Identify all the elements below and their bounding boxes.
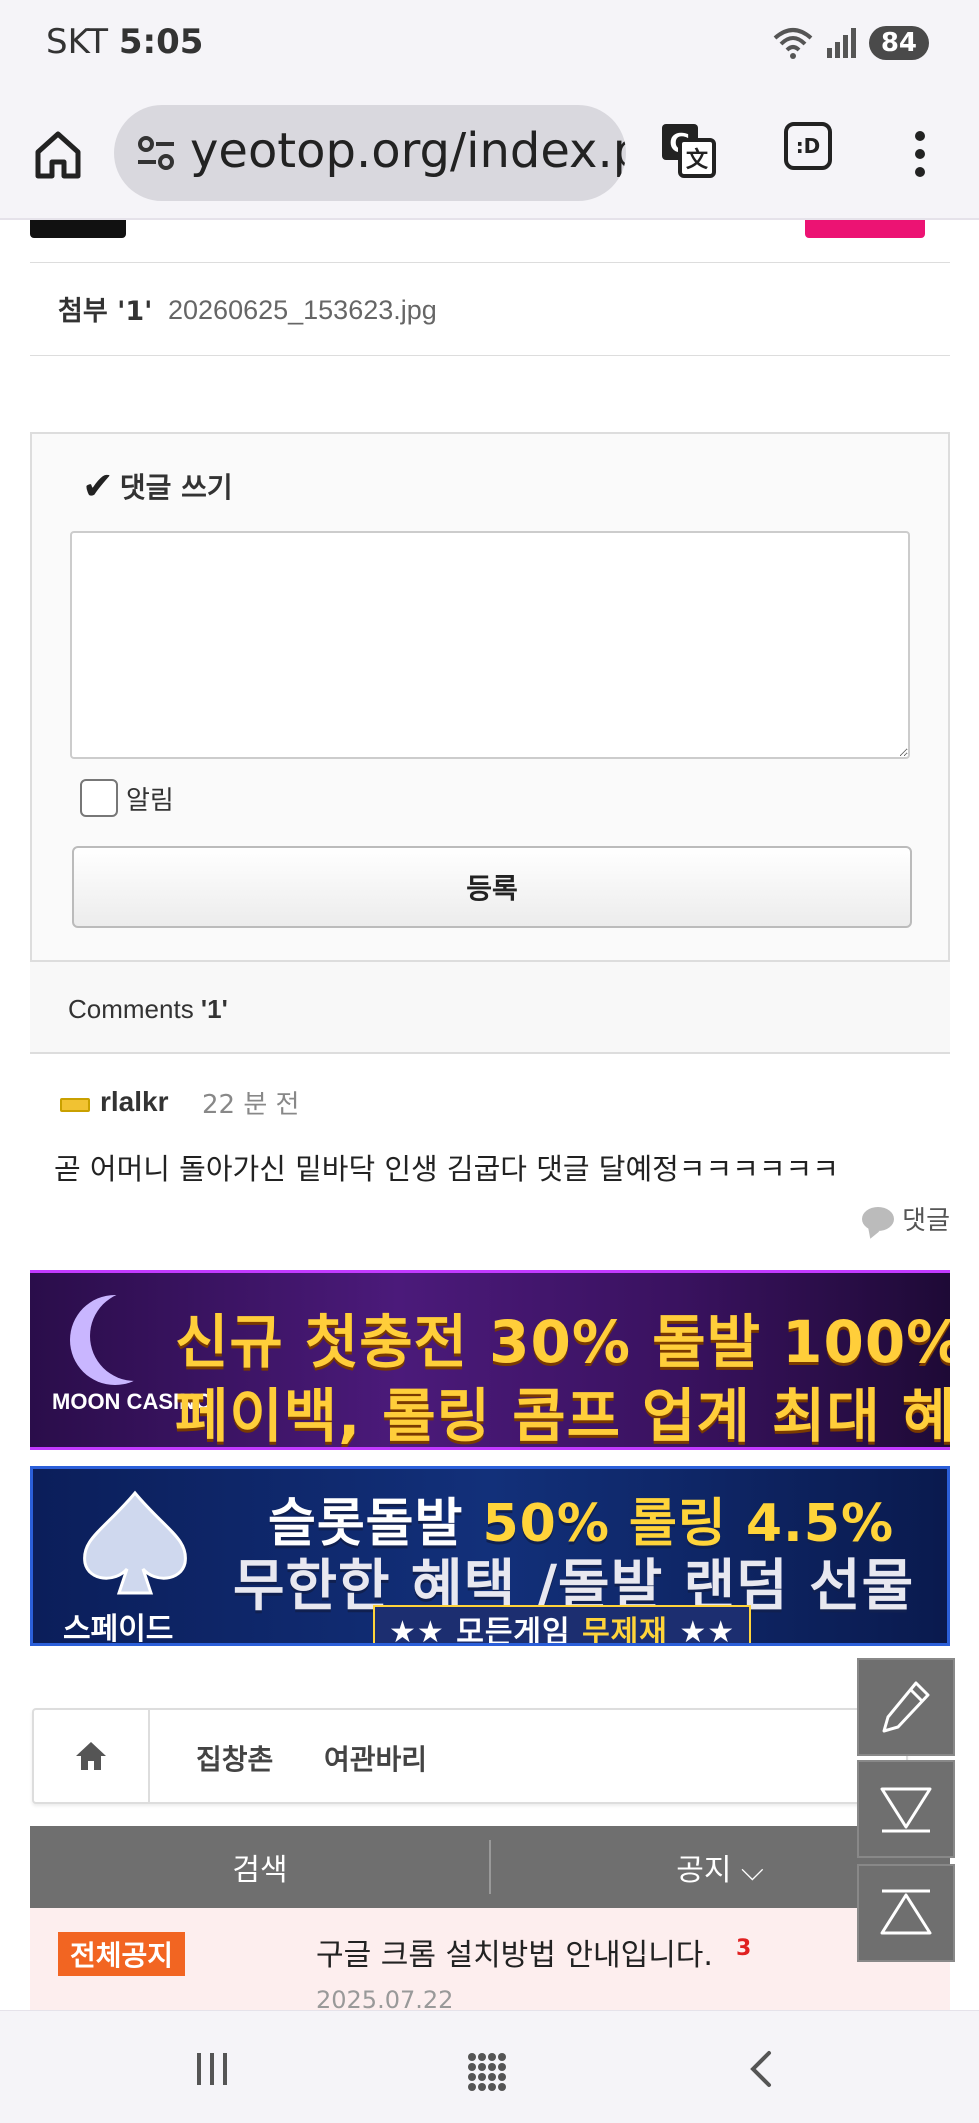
wifi-icon [773, 28, 813, 59]
ad-banner-moon-casino[interactable]: MOON CASINO 신규 첫충전 30% 돌발 100% 페이백, 롤링 콤… [30, 1270, 950, 1450]
dex-mode-button[interactable]: :D [784, 122, 832, 170]
alarm-label: 알림 [126, 785, 174, 816]
reply-button[interactable]: 댓글 [862, 1200, 950, 1237]
signal-icon [826, 28, 856, 58]
accent-button[interactable] [805, 220, 925, 238]
category-nav: 집창촌 여관바리 [32, 1708, 908, 1804]
comments-count-label: Comments '1' [68, 994, 228, 1025]
browser-toolbar: yeotop.org/index.pl G 文 :D [0, 90, 979, 220]
notice-row[interactable]: 전체공지 구글 크롬 설치방법 안내입니다. 3 2025.07.22 [30, 1908, 950, 2010]
recent-apps-icon[interactable] [194, 2051, 230, 2087]
back-icon[interactable] [745, 2049, 775, 2089]
status-carrier: SKT 5:05 [46, 22, 203, 62]
user-level-icon [60, 1098, 90, 1112]
svg-text:文: 文 [686, 147, 709, 173]
scroll-down-icon [880, 1787, 932, 1833]
comment-write-box: ✔ 댓글 쓰기 알림 등록 [30, 432, 950, 962]
ad-banner-spade[interactable]: 스페이드 슬롯돌발 50% 롤링 4.5% 무한한 혜택 /돌발 랜덤 선물 ★… [30, 1466, 950, 1646]
checkmark-icon: ✔ [82, 464, 114, 508]
page-content: 첨부 '1' 20260625_153623.jpg ✔ 댓글 쓰기 알림 등록… [0, 220, 979, 2010]
comment-item: rlalkr 22 분 전 곧 어머니 돌아가신 밑바닥 인생 김굽다 댓글 달… [30, 1054, 950, 1236]
attachment-file-link[interactable]: 20260625_153623.jpg [168, 295, 437, 326]
site-settings-icon[interactable] [134, 131, 178, 175]
category-item[interactable]: 집창촌 [196, 1738, 273, 1778]
status-time: 5:05 [118, 22, 204, 62]
notice-badge: 전체공지 [58, 1932, 186, 1976]
search-notice-bar: 검색 공지 ⌵ [30, 1826, 950, 1908]
banner-tagline: ★★ 모든게임 무제재 ★★ [373, 1605, 752, 1646]
comment-time: 22 분 전 [202, 1090, 300, 1120]
banner-subline: 페이백, 롤링 콤프 업계 최대 혜택 [175, 1382, 950, 1450]
url-text: yeotop.org/index.pl [190, 123, 626, 179]
banner-tagline-c: ★★ [667, 1615, 736, 1646]
banner-logo: 스페이드 [63, 1612, 174, 1646]
banner-tagline-b: 무제재 [582, 1615, 668, 1646]
list-button[interactable] [30, 220, 126, 238]
battery-indicator: 84 [868, 26, 929, 60]
address-bar[interactable]: yeotop.org/index.pl [114, 105, 626, 201]
comment-text: 곧 어머니 돌아가신 밑바닥 인생 김굽다 댓글 달예정ㅋㅋㅋㅋㅋㅋ [54, 1152, 839, 1186]
banner-headline: 신규 첫충전 30% 돌발 100% [175, 1308, 950, 1376]
spade-icon [83, 1490, 187, 1595]
notice-title[interactable]: 구글 크롬 설치방법 안내입니다. [316, 1930, 713, 1974]
comments-header-prefix: Comments [68, 994, 201, 1024]
alarm-checkbox[interactable] [80, 779, 118, 817]
alarm-option[interactable]: 알림 [80, 779, 174, 817]
banner-tagline-a: ★★ 모든게임 [389, 1615, 583, 1646]
home-icon [76, 1742, 106, 1770]
search-tab[interactable]: 검색 [30, 1826, 490, 1908]
comment-write-title: ✔ 댓글 쓰기 [82, 464, 233, 508]
moon-icon [90, 1291, 180, 1381]
attachment-row: 첨부 '1' 20260625_153623.jpg [30, 262, 950, 356]
scroll-top-button[interactable] [857, 1864, 955, 1962]
comment-textarea[interactable] [70, 531, 910, 759]
comment-write-title-text: 댓글 쓰기 [119, 471, 233, 504]
home-icon[interactable] [30, 126, 86, 182]
scroll-bottom-button[interactable] [857, 1760, 955, 1858]
comment-author[interactable]: rlalkr [100, 1086, 169, 1118]
speech-bubble-icon [862, 1206, 895, 1231]
scroll-up-icon [880, 1889, 932, 1935]
status-icons: 84 [771, 26, 929, 60]
status-bar: SKT 5:05 84 [0, 0, 979, 90]
notice-date: 2025.07.22 [316, 1986, 454, 2010]
app-grid-icon[interactable] [466, 2051, 506, 2091]
pencil-icon [882, 1681, 930, 1733]
submit-comment-button[interactable]: 등록 [72, 846, 912, 928]
category-item[interactable]: 여관바리 [324, 1738, 427, 1778]
reply-label: 댓글 [902, 1206, 950, 1236]
more-menu-icon[interactable] [905, 126, 935, 182]
notice-comment-count: 3 [736, 1936, 752, 1961]
system-nav-bar [0, 2010, 979, 2123]
comments-header: Comments '1' [30, 962, 950, 1054]
carrier-name: SKT [46, 22, 109, 62]
category-home-button[interactable] [34, 1710, 150, 1802]
translate-icon[interactable]: G 文 [658, 120, 718, 180]
write-post-button[interactable] [857, 1658, 955, 1756]
attachment-label: 첨부 '1' [58, 296, 153, 327]
comments-count: '1' [200, 994, 228, 1024]
